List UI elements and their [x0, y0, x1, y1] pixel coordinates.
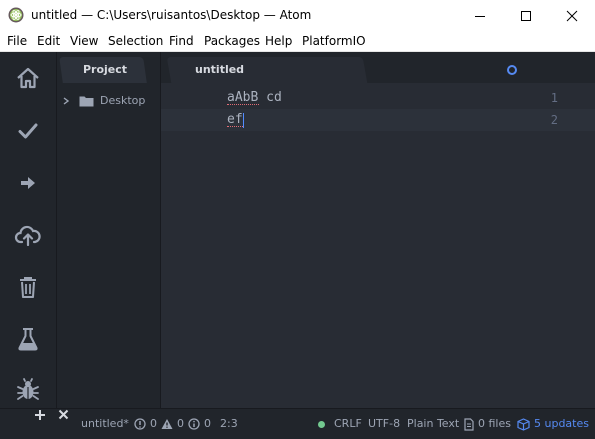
menu-bar: File Edit View Selection Find Packages H… [0, 31, 595, 52]
warning-count: 0 [177, 417, 184, 430]
menu-view[interactable]: View [70, 31, 98, 51]
error-count: 0 [150, 417, 157, 430]
error-icon [134, 418, 146, 430]
window-title: untitled — C:\Users\ruisantos\Desktop — … [31, 8, 312, 22]
new-terminal-button[interactable] [34, 409, 46, 421]
text-cursor [243, 113, 244, 128]
menu-selection[interactable]: Selection [108, 31, 163, 51]
debug-button[interactable] [0, 368, 56, 412]
info-icon [188, 418, 200, 430]
test-button[interactable] [0, 317, 56, 361]
tab-untitled[interactable]: untitled [195, 57, 244, 83]
spelling-error-underline [227, 104, 259, 105]
file-icon [464, 417, 474, 431]
modified-indicator-icon[interactable] [507, 65, 517, 75]
tree-list: Desktop [57, 83, 161, 408]
cursor-position[interactable]: 2:3 [220, 409, 238, 439]
home-button[interactable] [0, 56, 56, 100]
menu-file[interactable]: File [7, 31, 27, 51]
spelling-error-underline [227, 126, 243, 127]
close-icon [566, 10, 578, 21]
files-count: 0 files [478, 417, 511, 430]
upload-cloud-button[interactable] [0, 213, 56, 257]
cloud-upload-icon [14, 225, 41, 246]
code-line: ef [227, 112, 243, 127]
status-ok-icon [318, 421, 325, 428]
line-number: 2 [550, 113, 558, 127]
maximize-button[interactable] [503, 0, 549, 31]
tree-tab-bar: Project [57, 52, 161, 83]
maximize-icon [521, 10, 531, 21]
minimize-icon [475, 15, 485, 17]
clean-button[interactable] [0, 265, 56, 309]
flask-icon [18, 328, 38, 351]
chevron-right-icon[interactable] [62, 97, 70, 105]
updates-count: 5 updates [534, 417, 589, 430]
x-icon [58, 409, 69, 420]
cursor-line-highlight [225, 109, 595, 131]
status-bar: untitled* 0 0 0 2:3 CRLF UTF-8 Plain Tex… [0, 408, 595, 439]
code-line: aAbB cd [227, 90, 282, 105]
menu-packages[interactable]: Packages [204, 31, 260, 51]
text-editor[interactable]: 1 2 aAbB cd ef [160, 83, 595, 408]
line-ending-selector[interactable]: CRLF [334, 409, 362, 439]
platformio-toolbar [0, 52, 56, 408]
build-button[interactable] [0, 109, 56, 153]
menu-help[interactable]: Help [265, 31, 292, 51]
menu-edit[interactable]: Edit [37, 31, 60, 51]
grammar-selector[interactable]: Plain Text [407, 409, 459, 439]
plus-icon [35, 410, 45, 420]
atom-logo-icon [8, 7, 24, 23]
arrow-right-icon [21, 177, 35, 189]
minimize-button[interactable] [457, 0, 503, 31]
close-terminal-button[interactable] [58, 409, 69, 420]
folder-icon [79, 96, 94, 107]
package-updates-button[interactable]: 5 updates [517, 409, 589, 439]
close-button[interactable] [549, 0, 595, 31]
title-bar: untitled — C:\Users\ruisantos\Desktop — … [0, 0, 595, 31]
cursor-line-gutter-highlight [161, 109, 225, 131]
tab-project[interactable]: Project [61, 57, 149, 83]
tree-item-desktop[interactable]: Desktop [57, 91, 161, 111]
check-icon [18, 123, 38, 139]
tree-view: Project Desktop [56, 52, 161, 408]
tree-item-label: Desktop [100, 94, 146, 107]
trash-icon [20, 277, 36, 298]
home-icon [17, 67, 39, 89]
encoding-selector[interactable]: UTF-8 [368, 409, 400, 439]
menu-find[interactable]: Find [169, 31, 194, 51]
upload-button[interactable] [0, 161, 56, 205]
line-number: 1 [550, 91, 558, 105]
bug-icon [17, 378, 39, 400]
warning-icon [161, 419, 173, 429]
linter-status[interactable]: 0 0 0 [134, 409, 211, 439]
package-icon [517, 417, 530, 431]
line-number-gutter [161, 83, 225, 408]
git-files-status[interactable]: 0 files [464, 409, 511, 439]
info-count: 0 [204, 417, 211, 430]
editor-tab-bar: untitled [160, 52, 595, 83]
file-name[interactable]: untitled* [81, 409, 129, 439]
menu-platformio[interactable]: PlatformIO [302, 31, 366, 51]
